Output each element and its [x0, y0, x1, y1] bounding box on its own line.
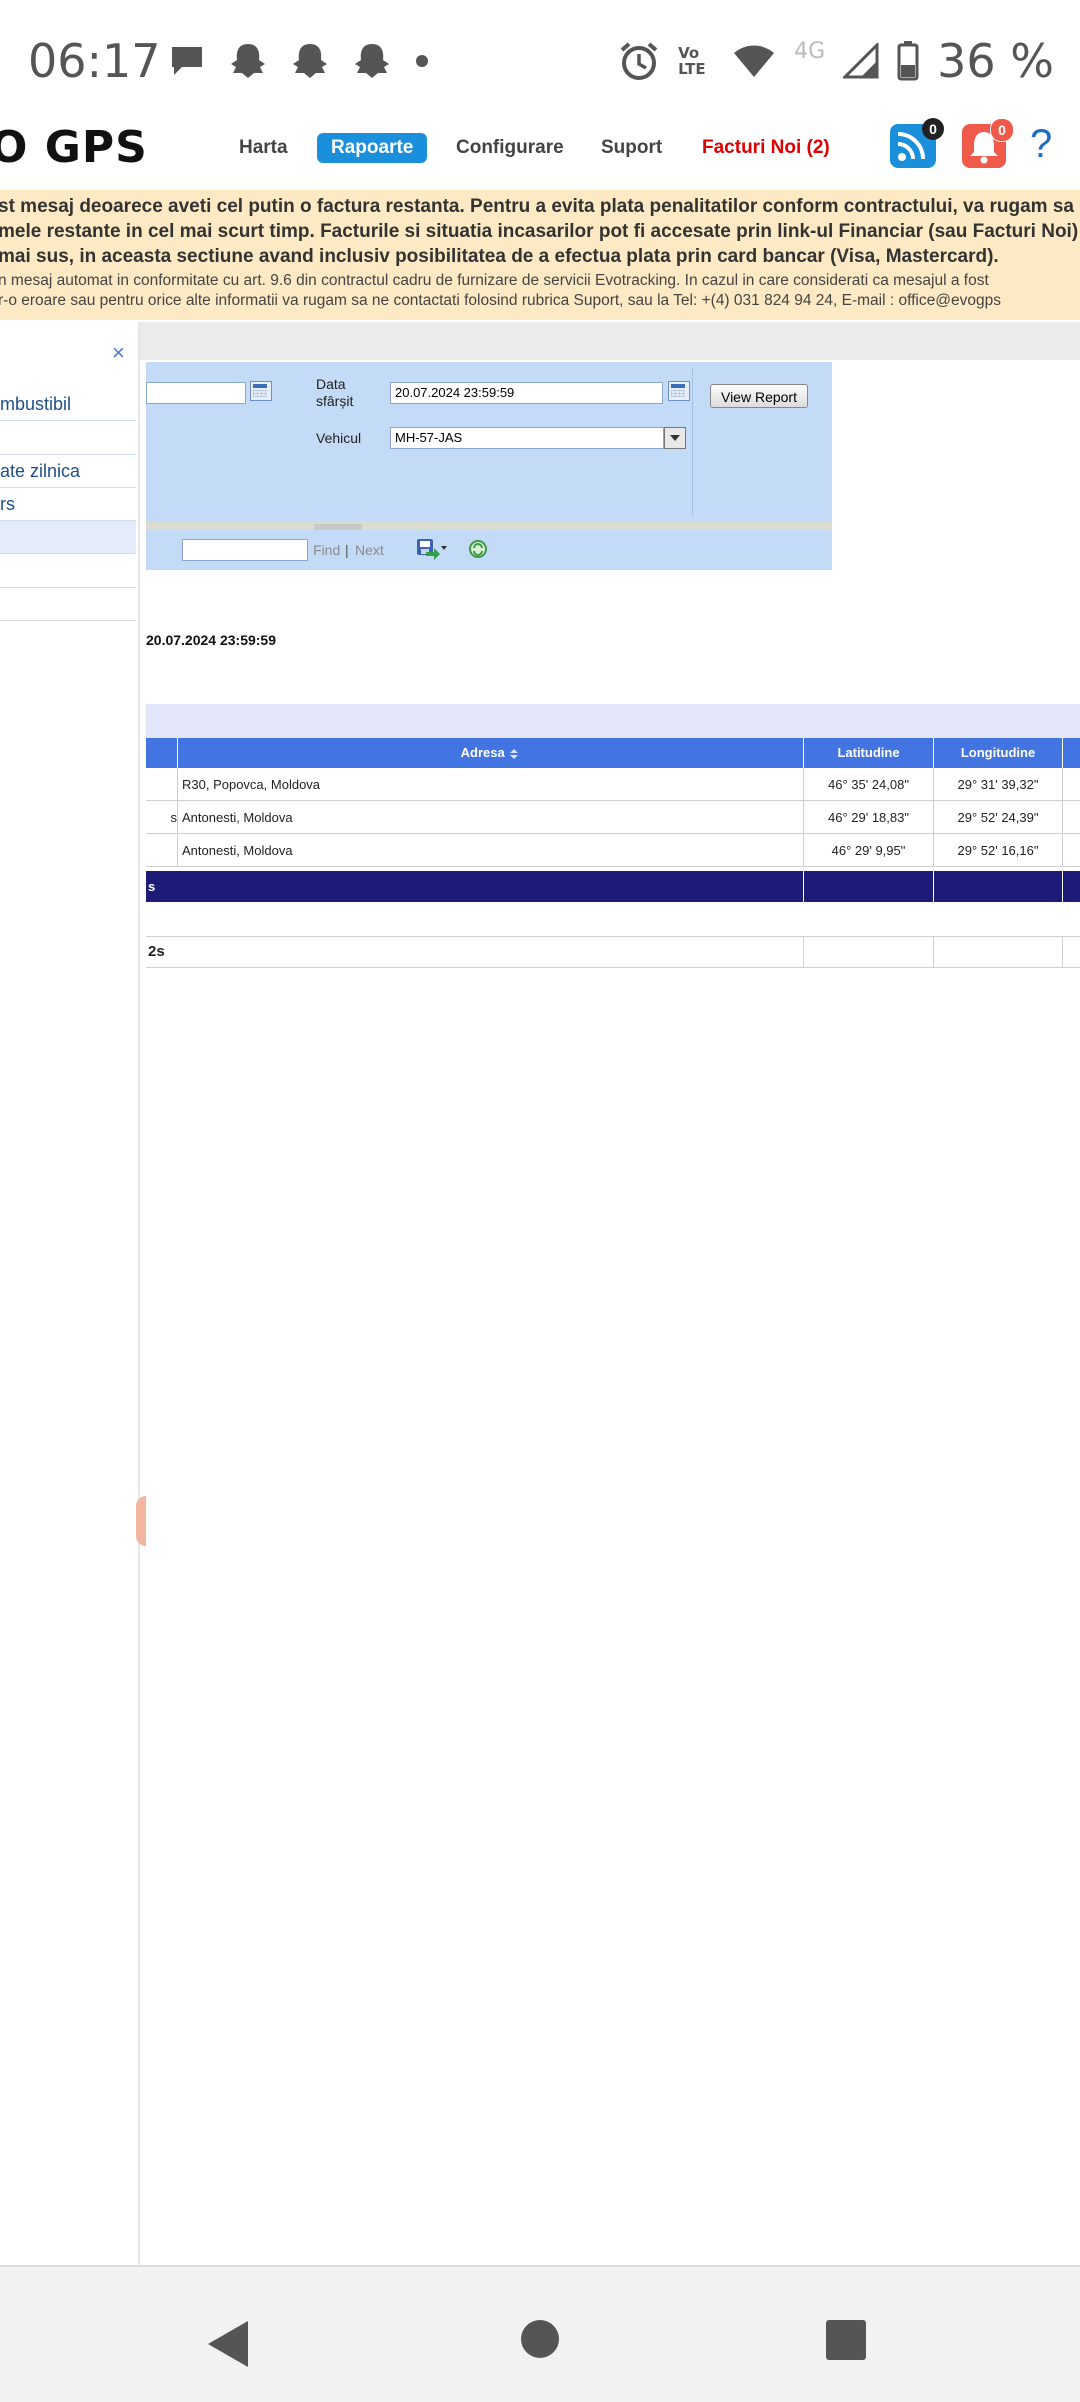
- cell-address: Antonesti, Moldova: [178, 801, 804, 834]
- nav-suport[interactable]: Suport: [601, 133, 662, 163]
- cell-latitude: 46° 35' 24,08": [804, 768, 934, 801]
- start-date-input[interactable]: [146, 382, 246, 404]
- totals-cell: [934, 871, 1063, 902]
- system-icons: Vo LTE 4G 36 %: [618, 34, 1054, 88]
- battery-percent: 36 %: [937, 34, 1054, 88]
- chevron-down-icon[interactable]: [664, 427, 686, 449]
- vehicle-select[interactable]: [390, 427, 664, 449]
- back-icon[interactable]: [206, 2319, 250, 2369]
- column-header-longitudine[interactable]: Longitudine: [934, 738, 1063, 768]
- column-header-adresa[interactable]: Adresa: [178, 738, 804, 768]
- snapchat-icon: [231, 44, 265, 78]
- nav-configurare[interactable]: Configurare: [456, 133, 564, 163]
- nav-facturi-noi[interactable]: Facturi Noi (2): [702, 133, 830, 163]
- vehicle-label: Vehicul: [316, 430, 362, 446]
- calendar-icon[interactable]: [250, 381, 272, 401]
- sidebar-item-blank[interactable]: [0, 588, 136, 621]
- nav-harta[interactable]: Harta: [239, 133, 288, 163]
- summary-cell: [1063, 936, 1080, 968]
- cell-longitude: 29° 52' 16,16": [934, 834, 1063, 867]
- sidebar-item-selected[interactable]: [0, 521, 136, 554]
- refresh-icon[interactable]: [468, 539, 488, 559]
- network-type-label: 4G: [794, 38, 826, 64]
- cell-longitude: 29° 31' 39,32": [934, 768, 1063, 801]
- find-link[interactable]: Find: [313, 541, 340, 559]
- banner-line-4: n mesaj automat in conformitate cu art. …: [0, 272, 989, 289]
- totals-cell: [804, 871, 934, 902]
- app-logo: O GPS: [0, 122, 148, 173]
- view-report-button[interactable]: View Report: [710, 384, 808, 408]
- export-icon[interactable]: [416, 538, 448, 560]
- nav-rapoarte[interactable]: Rapoarte: [317, 133, 428, 163]
- sidebar-item-combustibil[interactable]: mbustibil: [0, 388, 136, 421]
- banner-line-5: r-o eroare sau pentru orice alte informa…: [0, 292, 1001, 309]
- sidebar-item-date-zilnica[interactable]: ate zilnica: [0, 455, 136, 488]
- snapchat-icon: [355, 44, 389, 78]
- alerts-count-badge: 0: [990, 118, 1014, 142]
- report-top-tray: [140, 322, 1080, 360]
- sidebar-collapse-handle[interactable]: [136, 1496, 146, 1546]
- rss-feed-button[interactable]: 0: [890, 118, 944, 168]
- toolbar-separator: |: [345, 542, 349, 558]
- notification-icons: [168, 42, 430, 80]
- status-bar: 06:17 Vo LTE 4G 36 %: [0, 0, 1080, 120]
- alerts-button[interactable]: 0: [962, 118, 1014, 168]
- panel-splitter[interactable]: [146, 522, 832, 530]
- summary-duration: 2s: [146, 936, 804, 968]
- wifi-icon: [734, 45, 775, 77]
- banner-line-1: st mesaj deoarece aveti cel putin o fact…: [0, 196, 1074, 217]
- totals-cell: [1063, 871, 1080, 902]
- cell-address: Antonesti, Moldova: [178, 834, 804, 867]
- recents-icon[interactable]: [825, 2319, 867, 2361]
- column-header-prefix: [146, 738, 178, 768]
- report-group-bar: [146, 704, 1080, 738]
- overdue-invoice-banner: st mesaj deoarece aveti cel putin o fact…: [0, 190, 1080, 320]
- alarm-icon: [620, 42, 658, 80]
- clock: 06:17: [28, 34, 161, 88]
- end-date-label: Data sfârșit: [316, 376, 354, 409]
- summary-cell: [804, 936, 934, 968]
- banner-line-2: mele restante in cel mai scurt timp. Fac…: [0, 221, 1079, 242]
- sidebar-item-blank[interactable]: [0, 422, 136, 455]
- cell-latitude: 46° 29' 9,95": [804, 834, 934, 867]
- cell-address: R30, Popovca, Moldova: [178, 768, 804, 801]
- battery-icon: [897, 41, 919, 81]
- end-date-input[interactable]: [390, 382, 663, 404]
- snapchat-icon: [293, 44, 327, 78]
- home-icon[interactable]: [520, 2319, 560, 2359]
- dot-icon: [416, 55, 428, 67]
- sort-icon[interactable]: [508, 748, 520, 760]
- sidebar-item-blank[interactable]: [0, 555, 136, 588]
- cell-signal-icon: [843, 43, 879, 79]
- volte-icon: Vo LTE: [678, 44, 706, 78]
- cell-latitude: 46° 29' 18,83": [804, 801, 934, 834]
- close-sidebar-button[interactable]: ×: [112, 340, 125, 366]
- find-input[interactable]: [182, 539, 308, 561]
- totals-row-label: s: [146, 871, 804, 902]
- panel-divider: [692, 368, 693, 516]
- reports-sidebar: × mbustibil ate zilnica rs: [0, 322, 140, 2267]
- chat-bubble-icon: [172, 47, 202, 75]
- cell-longitude: 29° 52' 24,39": [934, 801, 1063, 834]
- summary-cell: [934, 936, 1063, 968]
- banner-line-3: mai sus, in aceasta sectiune avand inclu…: [0, 246, 999, 267]
- help-button[interactable]: ?: [1030, 122, 1052, 167]
- column-header-latitudine[interactable]: Latitudine: [804, 738, 934, 768]
- report-period-caption: 20.07.2024 23:59:59: [146, 632, 276, 648]
- sidebar-item-rs[interactable]: rs: [0, 488, 136, 521]
- next-link[interactable]: Next: [355, 541, 384, 559]
- column-header-next: [1063, 738, 1080, 768]
- feed-count-badge: 0: [922, 118, 944, 140]
- android-navigation-bar: [0, 2265, 1080, 2402]
- calendar-icon[interactable]: [668, 381, 690, 401]
